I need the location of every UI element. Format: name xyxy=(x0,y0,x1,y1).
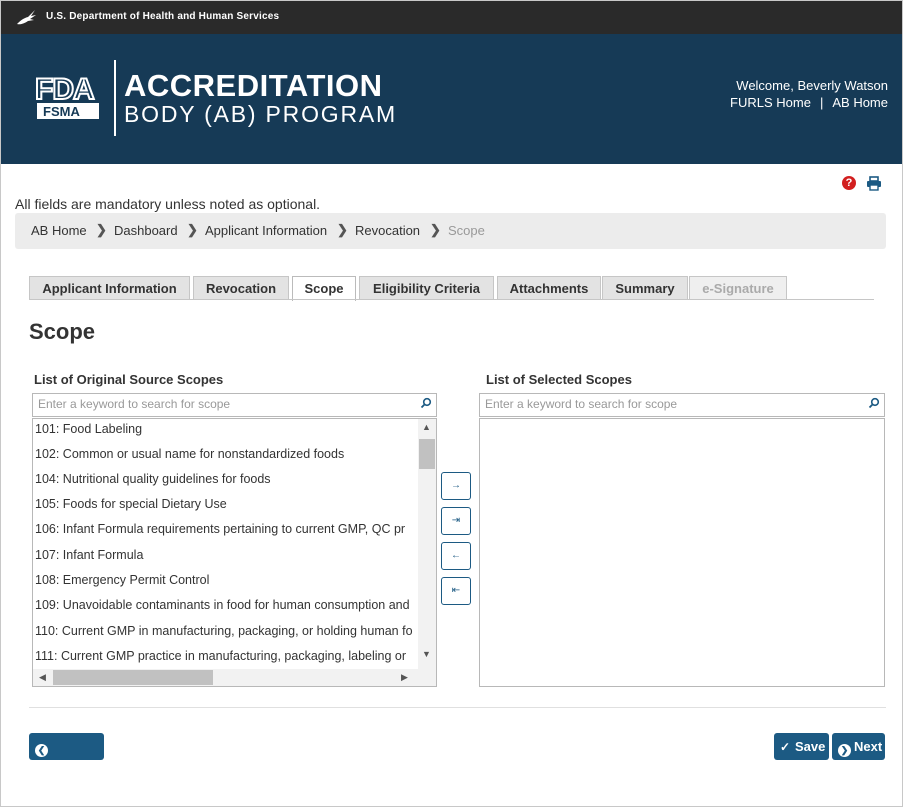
logo-fda-text: FDA xyxy=(35,73,94,106)
chevron-right-icon: ❯ xyxy=(337,222,348,237)
tab-scope[interactable]: Scope xyxy=(292,276,356,301)
printer-icon[interactable] xyxy=(866,176,882,191)
tab-applicant-information[interactable]: Applicant Information xyxy=(29,276,190,299)
list-item[interactable]: 109: Unavoidable contaminants in food fo… xyxy=(35,595,415,619)
page-frame: U.S. Department of Health and Human Serv… xyxy=(0,0,903,807)
logo-fsma-text: FSMA xyxy=(43,104,80,119)
chevron-right-circle-icon: ❯ xyxy=(838,744,851,757)
tab-e-signature: e-Signature xyxy=(689,276,787,299)
check-square-icon: ✓ xyxy=(780,740,791,754)
list-item[interactable]: 102: Common or usual name for nonstandar… xyxy=(35,444,415,468)
help-icon[interactable]: ? xyxy=(842,176,856,190)
list-item[interactable]: 108: Emergency Permit Control xyxy=(35,570,415,594)
ab-home-link[interactable]: AB Home xyxy=(832,95,888,110)
move-left-button[interactable]: ← xyxy=(441,542,471,570)
hhs-bar: U.S. Department of Health and Human Serv… xyxy=(1,1,902,34)
selected-search-input[interactable] xyxy=(480,394,846,414)
selected-scope-list[interactable] xyxy=(479,418,885,687)
source-search-input[interactable] xyxy=(33,394,398,414)
scroll-right-icon[interactable]: ▶ xyxy=(401,672,408,683)
breadcrumb-revocation[interactable]: Revocation xyxy=(355,223,420,238)
welcome-message: Welcome, Beverly Watson xyxy=(736,78,888,93)
source-list-label: List of Original Source Scopes xyxy=(34,372,224,387)
move-all-right-button[interactable]: ⇥ xyxy=(441,507,471,535)
search-icon[interactable] xyxy=(420,397,432,409)
list-item[interactable]: 106: Infant Formula requirements pertain… xyxy=(35,519,415,543)
tab-attachments[interactable]: Attachments xyxy=(497,276,601,299)
list-item[interactable]: 104: Nutritional quality guidelines for … xyxy=(35,469,415,493)
mandatory-notice: All fields are mandatory unless noted as… xyxy=(15,196,321,212)
program-banner: FDA FSMA ACCREDITATION BODY (AB) PROGRAM… xyxy=(1,34,902,164)
furls-home-link[interactable]: FURLS Home xyxy=(730,95,811,110)
previous-label: Previous xyxy=(29,766,84,781)
vertical-scroll-thumb[interactable] xyxy=(419,439,435,469)
breadcrumb: AB Home ❯ Dashboard ❯ Applicant Informat… xyxy=(15,213,886,249)
chevron-right-icon: ❯ xyxy=(187,222,198,237)
link-separator: | xyxy=(819,95,824,110)
selected-search-field[interactable] xyxy=(479,393,885,417)
tab-eligibility-criteria[interactable]: Eligibility Criteria xyxy=(359,276,494,299)
scroll-up-icon[interactable]: ▲ xyxy=(422,422,431,432)
hhs-eagle-icon xyxy=(17,10,36,25)
list-item[interactable]: 105: Foods for special Dietary Use xyxy=(35,494,415,518)
page-title: Scope xyxy=(29,319,96,344)
horizontal-scrollbar[interactable]: ◀ ▶ xyxy=(33,669,436,686)
agency-name: U.S. Department of Health and Human Serv… xyxy=(46,11,280,22)
tab-summary[interactable]: Summary xyxy=(602,276,688,299)
horizontal-scroll-thumb[interactable] xyxy=(53,670,213,685)
arrow-right-icon: → xyxy=(451,480,461,491)
vertical-scrollbar[interactable]: ▲ ▼ xyxy=(418,419,436,669)
program-title-line2: BODY (AB) PROGRAM xyxy=(124,101,397,127)
source-scope-list[interactable]: 101: Food Labeling 102: Common or usual … xyxy=(32,418,437,687)
tab-revocation[interactable]: Revocation xyxy=(193,276,289,299)
next-label: Next xyxy=(854,739,883,754)
tab-underline xyxy=(29,299,874,300)
list-item[interactable]: 101: Food Labeling xyxy=(35,419,415,443)
program-title-line1: ACCREDITATION xyxy=(124,68,383,103)
search-icon[interactable] xyxy=(868,397,880,409)
breadcrumb-dashboard[interactable]: Dashboard xyxy=(114,223,178,238)
next-button[interactable]: ❯ Next xyxy=(832,733,885,760)
move-all-left-icon: ⇤ xyxy=(451,585,461,596)
breadcrumb-applicant-information[interactable]: Applicant Information xyxy=(205,223,327,238)
footer-divider xyxy=(29,707,886,708)
move-all-right-icon: ⇥ xyxy=(451,515,461,526)
list-item[interactable]: 111: Current GMP practice in manufacturi… xyxy=(35,646,415,670)
move-right-button[interactable]: → xyxy=(441,472,471,500)
arrow-left-icon: ← xyxy=(451,550,461,561)
source-search-field[interactable] xyxy=(32,393,437,417)
breadcrumb-ab-home[interactable]: AB Home xyxy=(31,223,87,238)
save-label: Save xyxy=(795,739,826,754)
move-all-left-button[interactable]: ⇤ xyxy=(441,577,471,605)
chevron-right-icon: ❯ xyxy=(430,222,441,237)
banner-divider xyxy=(114,60,116,136)
breadcrumb-scope: Scope xyxy=(448,223,485,238)
fda-fsma-logo: FDA FSMA xyxy=(35,72,99,119)
header-links: FURLS Home | AB Home xyxy=(730,95,888,110)
save-button[interactable]: ✓ Save xyxy=(774,733,829,760)
chevron-left-circle-icon: ❮ xyxy=(35,744,48,757)
previous-button[interactable]: ❮ Previous xyxy=(29,733,104,781)
list-item[interactable]: 107: Infant Formula xyxy=(35,545,415,569)
scroll-left-icon[interactable]: ◀ xyxy=(39,672,46,683)
list-item[interactable]: 110: Current GMP in manufacturing, packa… xyxy=(35,621,415,645)
chevron-right-icon: ❯ xyxy=(96,222,107,237)
scroll-down-icon[interactable]: ▼ xyxy=(422,649,431,659)
selected-list-label: List of Selected Scopes xyxy=(486,372,632,387)
